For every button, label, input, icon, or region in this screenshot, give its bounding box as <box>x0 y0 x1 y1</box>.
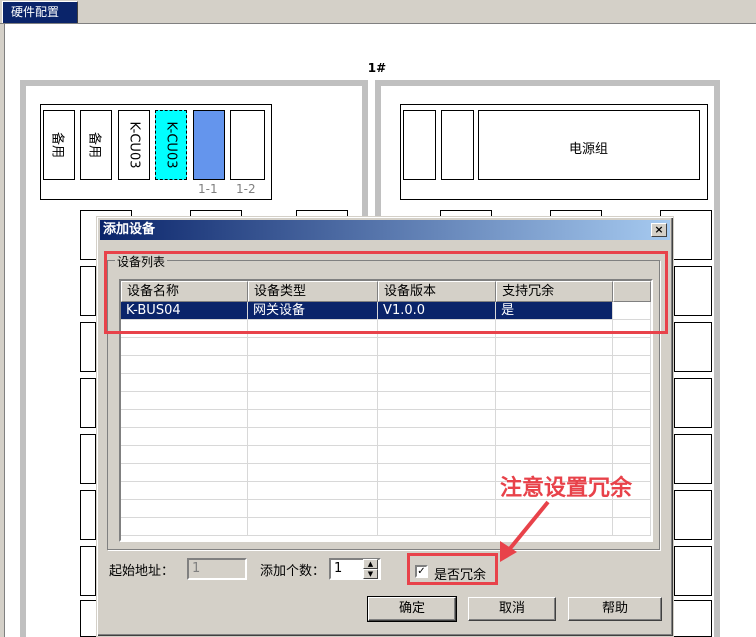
annotation-arrow-icon <box>500 500 550 562</box>
